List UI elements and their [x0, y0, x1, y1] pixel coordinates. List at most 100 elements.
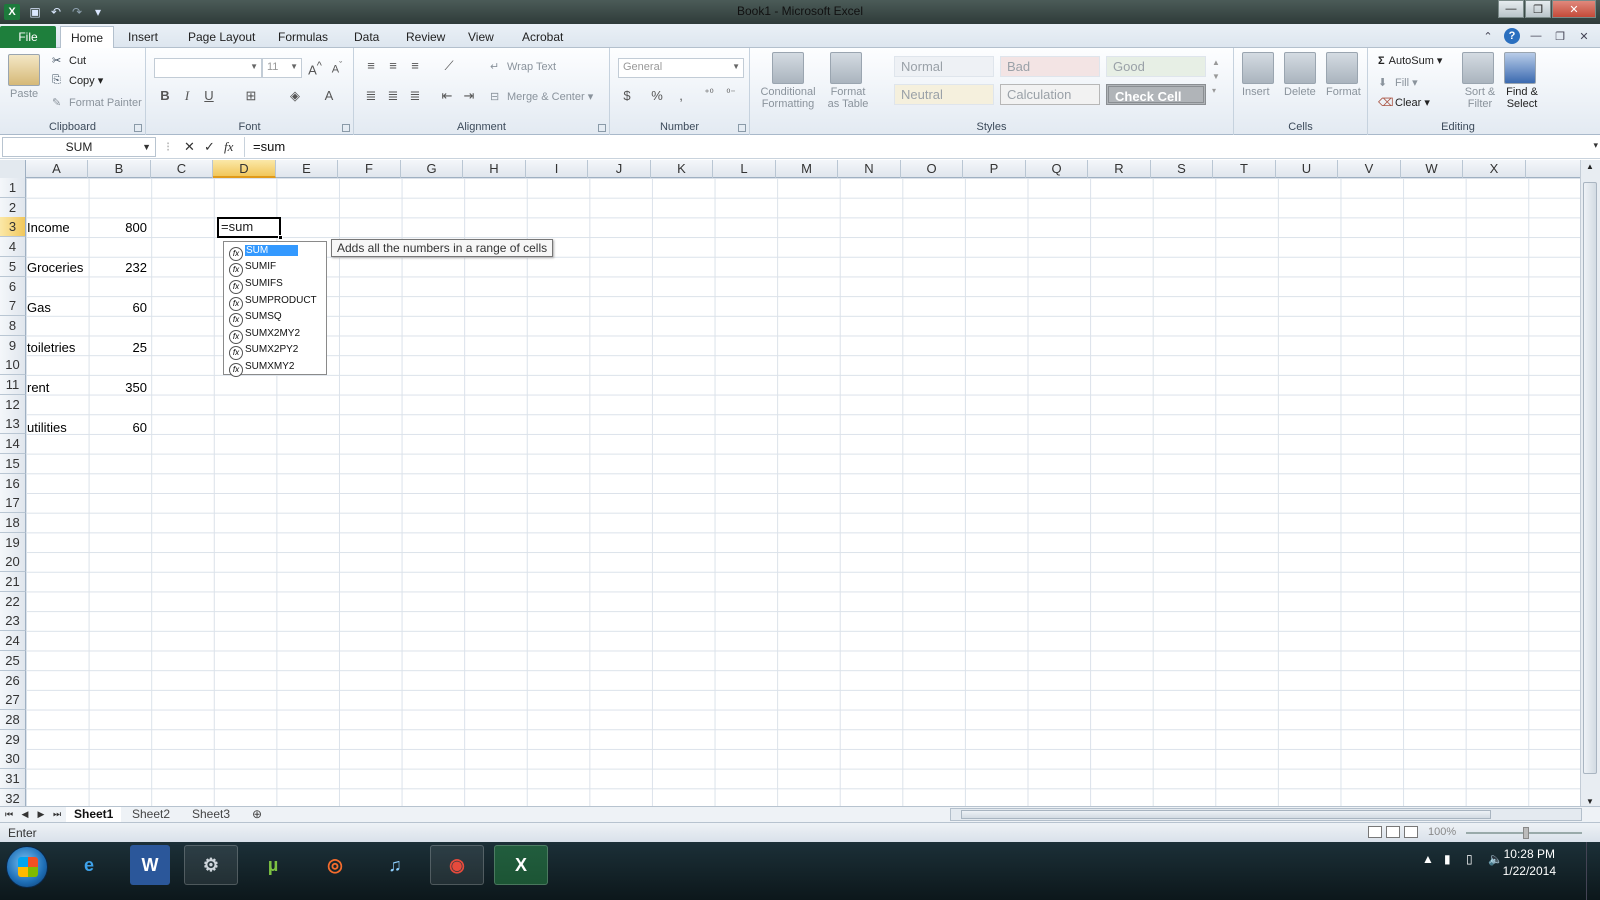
- row-header-21[interactable]: 21: [0, 572, 26, 592]
- chrome-icon[interactable]: ◉: [430, 845, 484, 885]
- row-header-22[interactable]: 22: [0, 591, 26, 612]
- style-good[interactable]: Good: [1106, 56, 1206, 77]
- select-all-button[interactable]: [0, 160, 26, 178]
- battery-icon[interactable]: ▯: [1466, 852, 1473, 866]
- column-header-h[interactable]: H: [463, 160, 526, 178]
- clear-button[interactable]: ⌫Clear ▾: [1378, 96, 1430, 110]
- horizontal-scroll-thumb[interactable]: [961, 810, 1491, 819]
- format-cells-icon[interactable]: [1326, 52, 1358, 84]
- decrease-decimal-icon[interactable]: ⁰⁻: [722, 88, 740, 99]
- show-desktop-button[interactable]: [1586, 842, 1600, 900]
- comma-button[interactable]: ,: [672, 88, 690, 103]
- row-header-14[interactable]: 14: [0, 434, 26, 455]
- sort-filter-icon[interactable]: [1462, 52, 1494, 84]
- column-header-s[interactable]: S: [1151, 160, 1213, 178]
- copy-button[interactable]: ⎘ Copy ▾: [52, 74, 103, 88]
- column-header-p[interactable]: P: [963, 160, 1026, 178]
- percent-button[interactable]: %: [648, 88, 666, 103]
- zoom-level[interactable]: 100%: [1428, 826, 1456, 838]
- help-icon[interactable]: ?: [1504, 28, 1520, 44]
- column-header-g[interactable]: G: [401, 160, 463, 178]
- column-header-i[interactable]: I: [526, 160, 588, 178]
- column-header-e[interactable]: E: [276, 160, 338, 178]
- font-name-combo[interactable]: ▼: [154, 58, 262, 78]
- word-icon[interactable]: W: [130, 845, 170, 885]
- italic-button[interactable]: I: [178, 88, 196, 104]
- row-header-3[interactable]: 3: [0, 217, 26, 238]
- paste-button[interactable]: Paste: [10, 88, 38, 100]
- last-sheet-icon[interactable]: ⏭: [50, 807, 64, 821]
- row-header-31[interactable]: 31: [0, 769, 26, 789]
- cell-a5[interactable]: Groceries: [27, 258, 87, 278]
- autocomplete-item[interactable]: fx SUMSQ: [225, 309, 326, 327]
- wrap-text-button[interactable]: ↵ Wrap Text: [490, 60, 556, 74]
- autocomplete-item[interactable]: fx SUM: [225, 243, 326, 261]
- column-header-u[interactable]: U: [1276, 160, 1338, 178]
- sheet-tab-sheet1[interactable]: Sheet1: [66, 807, 122, 823]
- row-header-11[interactable]: 11: [0, 375, 26, 395]
- column-header-q[interactable]: Q: [1026, 160, 1088, 178]
- row-header-6[interactable]: 6: [0, 276, 26, 297]
- delete-cells-button[interactable]: Delete: [1284, 86, 1316, 98]
- column-header-w[interactable]: W: [1401, 160, 1463, 178]
- cut-button[interactable]: ✂ Cut: [52, 54, 86, 68]
- find-select-button[interactable]: Find & Select: [1502, 86, 1542, 110]
- autocomplete-item[interactable]: fx SUMIFS: [225, 276, 326, 294]
- conditional-formatting-icon[interactable]: [772, 52, 804, 84]
- tab-review[interactable]: Review: [396, 26, 455, 48]
- autosum-button[interactable]: Σ AutoSum ▾: [1378, 54, 1442, 67]
- increase-indent-icon[interactable]: ⇥: [460, 88, 478, 104]
- format-as-table-button[interactable]: Format as Table: [820, 86, 876, 110]
- show-hidden-icons[interactable]: ▲: [1422, 852, 1434, 866]
- format-cells-button[interactable]: Format: [1326, 86, 1361, 98]
- format-as-table-icon[interactable]: [830, 52, 862, 84]
- tab-acrobat[interactable]: Acrobat: [512, 26, 573, 48]
- number-launcher-icon[interactable]: [738, 124, 746, 132]
- column-header-b[interactable]: B: [88, 160, 151, 178]
- page-break-view-icon[interactable]: [1404, 826, 1418, 838]
- autocomplete-item[interactable]: fx SUMX2MY2: [225, 326, 326, 344]
- row-header-16[interactable]: 16: [0, 473, 26, 494]
- paste-icon[interactable]: [8, 54, 40, 86]
- conditional-formatting-button[interactable]: Conditional Formatting: [756, 86, 820, 110]
- cell-a13[interactable]: utilities: [27, 418, 87, 438]
- row-header-5[interactable]: 5: [0, 256, 26, 277]
- grow-font-icon[interactable]: A^: [306, 60, 324, 77]
- expand-formula-bar-icon[interactable]: ▾: [1593, 140, 1598, 151]
- internet-explorer-icon[interactable]: e: [62, 845, 116, 885]
- font-launcher-icon[interactable]: [342, 124, 350, 132]
- row-header-9[interactable]: 9: [0, 335, 26, 356]
- column-header-l[interactable]: L: [713, 160, 776, 178]
- cell-b9[interactable]: 25: [88, 338, 150, 358]
- align-center-icon[interactable]: ≣: [384, 88, 402, 104]
- delete-cells-icon[interactable]: [1284, 52, 1316, 84]
- row-header-15[interactable]: 15: [0, 453, 26, 474]
- orientation-icon[interactable]: ⟋: [440, 58, 458, 74]
- column-header-f[interactable]: F: [338, 160, 401, 178]
- sheet-tab-sheet3[interactable]: Sheet3: [184, 807, 239, 823]
- confirm-entry-button[interactable]: ✓: [204, 139, 215, 155]
- autocomplete-item[interactable]: fx SUMPRODUCT: [225, 293, 326, 311]
- insert-cells-button[interactable]: Insert: [1242, 86, 1270, 98]
- clock[interactable]: 10:28 PM 1/22/2014: [1503, 846, 1556, 880]
- maximize-button[interactable]: ❐: [1525, 0, 1551, 18]
- column-header-n[interactable]: N: [838, 160, 901, 178]
- tab-formulas[interactable]: Formulas: [268, 26, 338, 48]
- binoculars-icon[interactable]: [1504, 52, 1536, 84]
- column-header-r[interactable]: R: [1088, 160, 1151, 178]
- vertical-scrollbar[interactable]: ▲ ▼: [1580, 160, 1600, 808]
- itunes-icon[interactable]: ♫: [368, 845, 422, 885]
- cancel-entry-button[interactable]: ✕: [184, 139, 195, 155]
- row-header-12[interactable]: 12: [0, 394, 26, 415]
- utorrent-icon[interactable]: µ: [246, 845, 300, 885]
- fill-handle[interactable]: [278, 235, 283, 240]
- row-header-17[interactable]: 17: [0, 493, 26, 514]
- cell-b3[interactable]: 800: [88, 218, 150, 238]
- column-header-a[interactable]: A: [26, 160, 88, 178]
- bold-button[interactable]: B: [156, 88, 174, 103]
- sheet-tab-sheet2[interactable]: Sheet2: [124, 807, 179, 823]
- column-header-c[interactable]: C: [151, 160, 213, 178]
- column-header-k[interactable]: K: [651, 160, 713, 178]
- row-header-23[interactable]: 23: [0, 611, 26, 632]
- align-left-icon[interactable]: ≣: [362, 88, 380, 104]
